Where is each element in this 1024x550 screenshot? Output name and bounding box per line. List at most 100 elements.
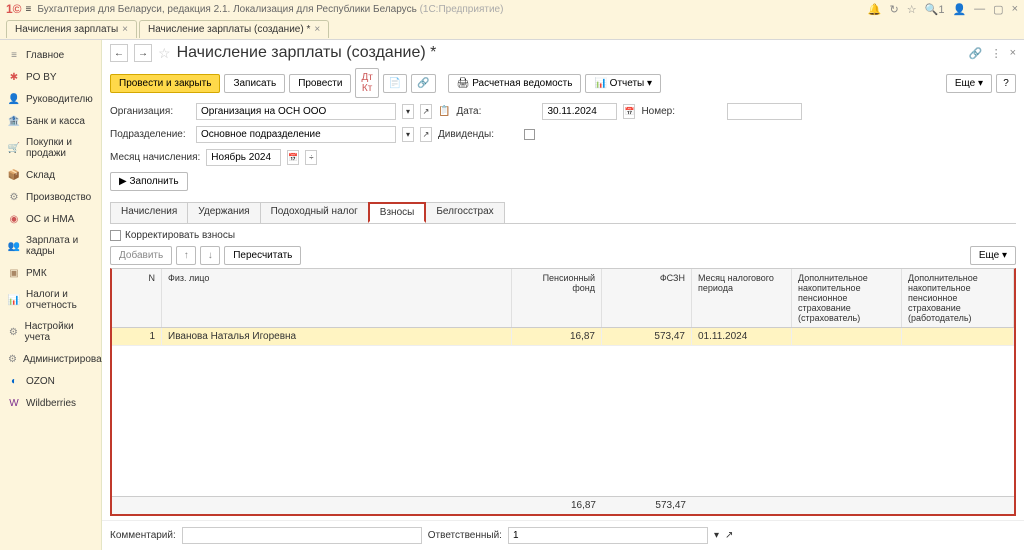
sidebar-icon: 👥	[8, 240, 20, 252]
open-icon[interactable]: ↗	[420, 127, 432, 142]
sidebar-item-2[interactable]: 👤Руководителю	[0, 88, 101, 110]
open-icon[interactable]: ↗	[725, 530, 733, 541]
pereschitat-button[interactable]: Пересчитать	[224, 246, 301, 265]
close-icon[interactable]: ×	[1012, 3, 1018, 15]
dropdown-icon[interactable]: ▾	[402, 104, 414, 119]
sidebar-item-1[interactable]: ✱PO BY	[0, 66, 101, 88]
sidebar-item-14[interactable]: WWildberries	[0, 392, 101, 414]
dropdown-icon[interactable]: ▾	[402, 127, 414, 142]
move-up-button[interactable]: ↑	[176, 246, 196, 265]
grid-body: 1 Иванова Наталья Игоревна 16,87 573,47 …	[112, 328, 1014, 496]
close-icon[interactable]: ×	[122, 24, 128, 35]
forward-button[interactable]: →	[134, 44, 152, 62]
data-input[interactable]	[542, 103, 617, 120]
sidebar-item-label: Налоги и отчетность	[26, 289, 93, 311]
help-button[interactable]: ?	[996, 74, 1016, 93]
zapisat-button[interactable]: Записать	[224, 74, 285, 93]
raschet-vedomost-button[interactable]: 🖨 Расчетная ведомость	[448, 74, 582, 93]
back-button[interactable]: ←	[110, 44, 128, 62]
podr-input[interactable]	[196, 126, 396, 143]
grid-footer: 16,87 573,47	[112, 496, 1014, 514]
col-fszn[interactable]: ФСЗН	[602, 269, 692, 327]
spinner-icon[interactable]: ÷	[305, 150, 317, 165]
nomer-label: Номер:	[641, 106, 721, 117]
otv-label: Ответственный:	[428, 530, 502, 541]
calendar-icon[interactable]: 📅	[623, 104, 635, 119]
sidebar-item-6[interactable]: ⚙Производство	[0, 186, 101, 208]
sidebar-item-7[interactable]: ◉ОС и НМА	[0, 208, 101, 230]
sidebar-item-3[interactable]: 🏦 Банк и касса	[0, 110, 101, 132]
sidebar-item-8[interactable]: 👥 Зарплата и кадры	[0, 230, 101, 262]
document-tabs: Начисления зарплаты × Начисление зарплат…	[0, 18, 1024, 40]
sidebar-icon: ⚙	[8, 353, 17, 365]
sidebar-item-5[interactable]: 📦Склад	[0, 164, 101, 186]
burger-icon[interactable]: ≡	[26, 4, 32, 15]
bell-icon[interactable]: 🔔	[868, 3, 882, 16]
sidebar-item-label: Зарплата и кадры	[26, 235, 93, 257]
more-icon[interactable]: ⋮	[991, 47, 1002, 60]
sidebar-item-4[interactable]: 🛒Покупки и продажи	[0, 132, 101, 164]
col-fiz-lico[interactable]: Физ. лицо	[162, 269, 512, 327]
col-n[interactable]: N	[112, 269, 162, 327]
org-input[interactable]	[196, 103, 396, 120]
dobavit-button[interactable]: Добавить	[110, 246, 172, 265]
komm-input[interactable]	[182, 527, 422, 544]
favorite-icon[interactable]: ☆	[158, 45, 171, 62]
calendar-icon[interactable]: 📋	[438, 106, 450, 117]
sidebar-item-0[interactable]: ≡Главное	[0, 44, 101, 66]
otv-input[interactable]	[508, 527, 708, 544]
link-icon-button[interactable]: 🔗	[411, 74, 435, 93]
sidebar-item-10[interactable]: 📊Налоги и отчетность	[0, 284, 101, 316]
sidebar-item-9[interactable]: ▣РМК	[0, 262, 101, 284]
star-icon[interactable]: ☆	[907, 3, 917, 16]
eshe-button[interactable]: Еще ▾	[946, 74, 992, 93]
table-row[interactable]: 1 Иванова Наталья Игоревна 16,87 573,47 …	[112, 328, 1014, 346]
dividend-checkbox[interactable]	[524, 129, 535, 140]
user-icon[interactable]: 👤	[952, 3, 966, 16]
zapolnit-button[interactable]: ▶ Заполнить	[110, 172, 188, 191]
sidebar-item-label: РМК	[26, 268, 47, 279]
link-icon[interactable]: 🔗	[969, 47, 983, 60]
search-icon[interactable]: 🔍1	[925, 3, 945, 16]
dtk-button[interactable]: ДтКт	[355, 68, 378, 98]
tab-nachislenie-zarplaty-sozdanie[interactable]: Начисление зарплаты (создание) * ×	[139, 20, 329, 38]
tab-podohodnyy-nalog[interactable]: Подоходный налог	[260, 202, 369, 223]
sidebar-icon: ⚙	[8, 191, 20, 203]
nomer-input[interactable]	[727, 103, 802, 120]
tab-nachisleniya-zarplaty[interactable]: Начисления зарплаты ×	[6, 20, 137, 38]
history-icon[interactable]: ↻	[890, 3, 899, 16]
col-mesyac[interactable]: Месяц налогового периода	[692, 269, 792, 327]
dropdown-icon[interactable]: ▾	[714, 530, 719, 541]
provesti-zakryt-button[interactable]: Провести и закрыть	[110, 74, 220, 93]
col-pensionnyy-fond[interactable]: Пенсионный фонд	[512, 269, 602, 327]
open-icon[interactable]: ↗	[420, 104, 432, 119]
move-down-button[interactable]: ↓	[200, 246, 220, 265]
sidebar-item-13[interactable]: ◐OZON	[0, 370, 101, 392]
col-dop-strah[interactable]: Дополнительное накопительное пенсионное …	[792, 269, 902, 327]
doc-icon-button[interactable]: 📄	[383, 74, 407, 93]
col-dop-rabot[interactable]: Дополнительное накопительное пенсионное …	[902, 269, 1014, 327]
sidebar-icon: 🏦	[8, 115, 20, 127]
sidebar-item-label: Банк и касса	[26, 116, 85, 127]
close-page-icon[interactable]: ×	[1010, 47, 1016, 60]
eshe-grid-button[interactable]: Еще ▾	[970, 246, 1016, 265]
mes-input[interactable]	[206, 149, 281, 166]
sidebar-item-11[interactable]: ⚙Настройки учета	[0, 316, 101, 348]
restore-icon[interactable]: ▢	[993, 3, 1003, 16]
korr-checkbox[interactable]	[110, 230, 121, 241]
tab-content: Корректировать взносы Добавить ↑ ↓ Перес…	[102, 224, 1024, 520]
tab-uderzhaniya[interactable]: Удержания	[187, 202, 260, 223]
inner-tabs: Начисления Удержания Подоходный налог Вз…	[110, 202, 1016, 224]
sidebar-item-12[interactable]: ⚙Администрирование	[0, 348, 101, 370]
tab-belgosstrah[interactable]: Белгосстрах	[425, 202, 504, 223]
minimize-icon[interactable]: —	[974, 3, 985, 15]
tab-vznosy[interactable]: Взносы	[368, 202, 427, 223]
page-header: ← → ☆ Начисление зарплаты (создание) * 🔗…	[102, 40, 1024, 66]
calendar-icon[interactable]: 📅	[287, 150, 299, 165]
tab-nachisleniya[interactable]: Начисления	[110, 202, 188, 223]
provesti-button[interactable]: Провести	[289, 74, 351, 93]
sidebar-item-label: Руководителю	[26, 94, 93, 105]
otchety-button[interactable]: 📊 Отчеты ▾	[585, 74, 661, 93]
close-icon[interactable]: ×	[314, 24, 320, 35]
page-title: Начисление зарплаты (создание) *	[177, 44, 437, 62]
